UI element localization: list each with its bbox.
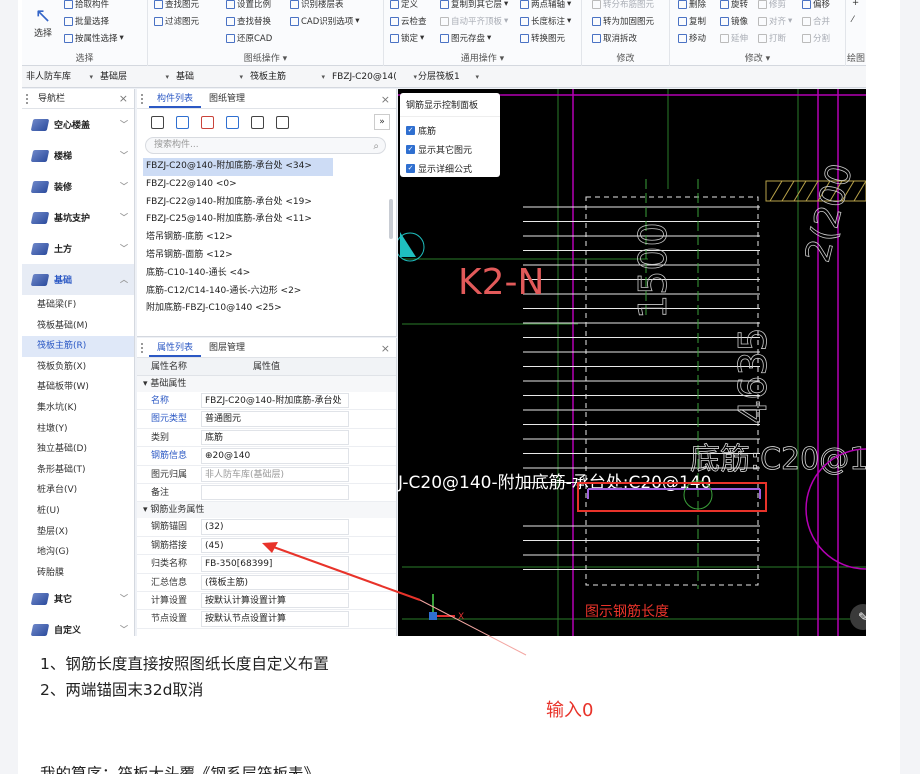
- cut-off-line: 我的算序：筏板大头覆《钢系层筏板表》: [40, 765, 320, 774]
- note-2: 2、两端锚固末32d取消: [40, 681, 204, 699]
- length-annotation: 图示钢筋长度: [585, 604, 669, 620]
- note-1: 1、钢筋长度直接按照图纸长度自定义布置: [40, 655, 329, 673]
- red-arrow: [267, 544, 421, 601]
- input-zero-annotation: 输入0: [546, 700, 594, 721]
- arrow-tail-line: [419, 599, 527, 656]
